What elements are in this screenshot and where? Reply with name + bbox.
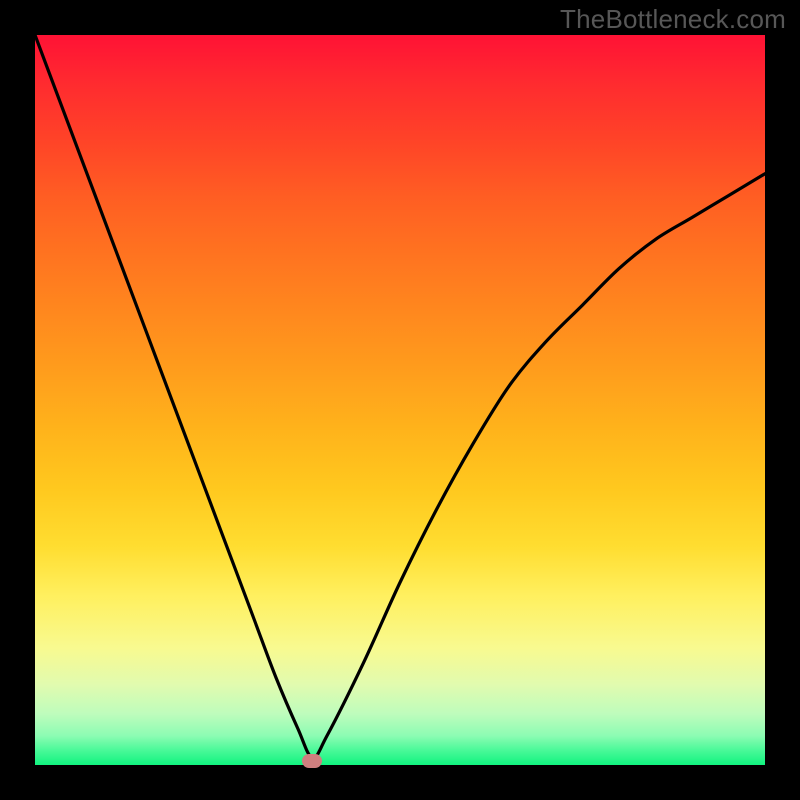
- attribution-text: TheBottleneck.com: [560, 4, 786, 35]
- bottleneck-curve: [35, 35, 765, 765]
- chart-plot-area: [35, 35, 765, 765]
- optimal-point-marker: [302, 754, 322, 768]
